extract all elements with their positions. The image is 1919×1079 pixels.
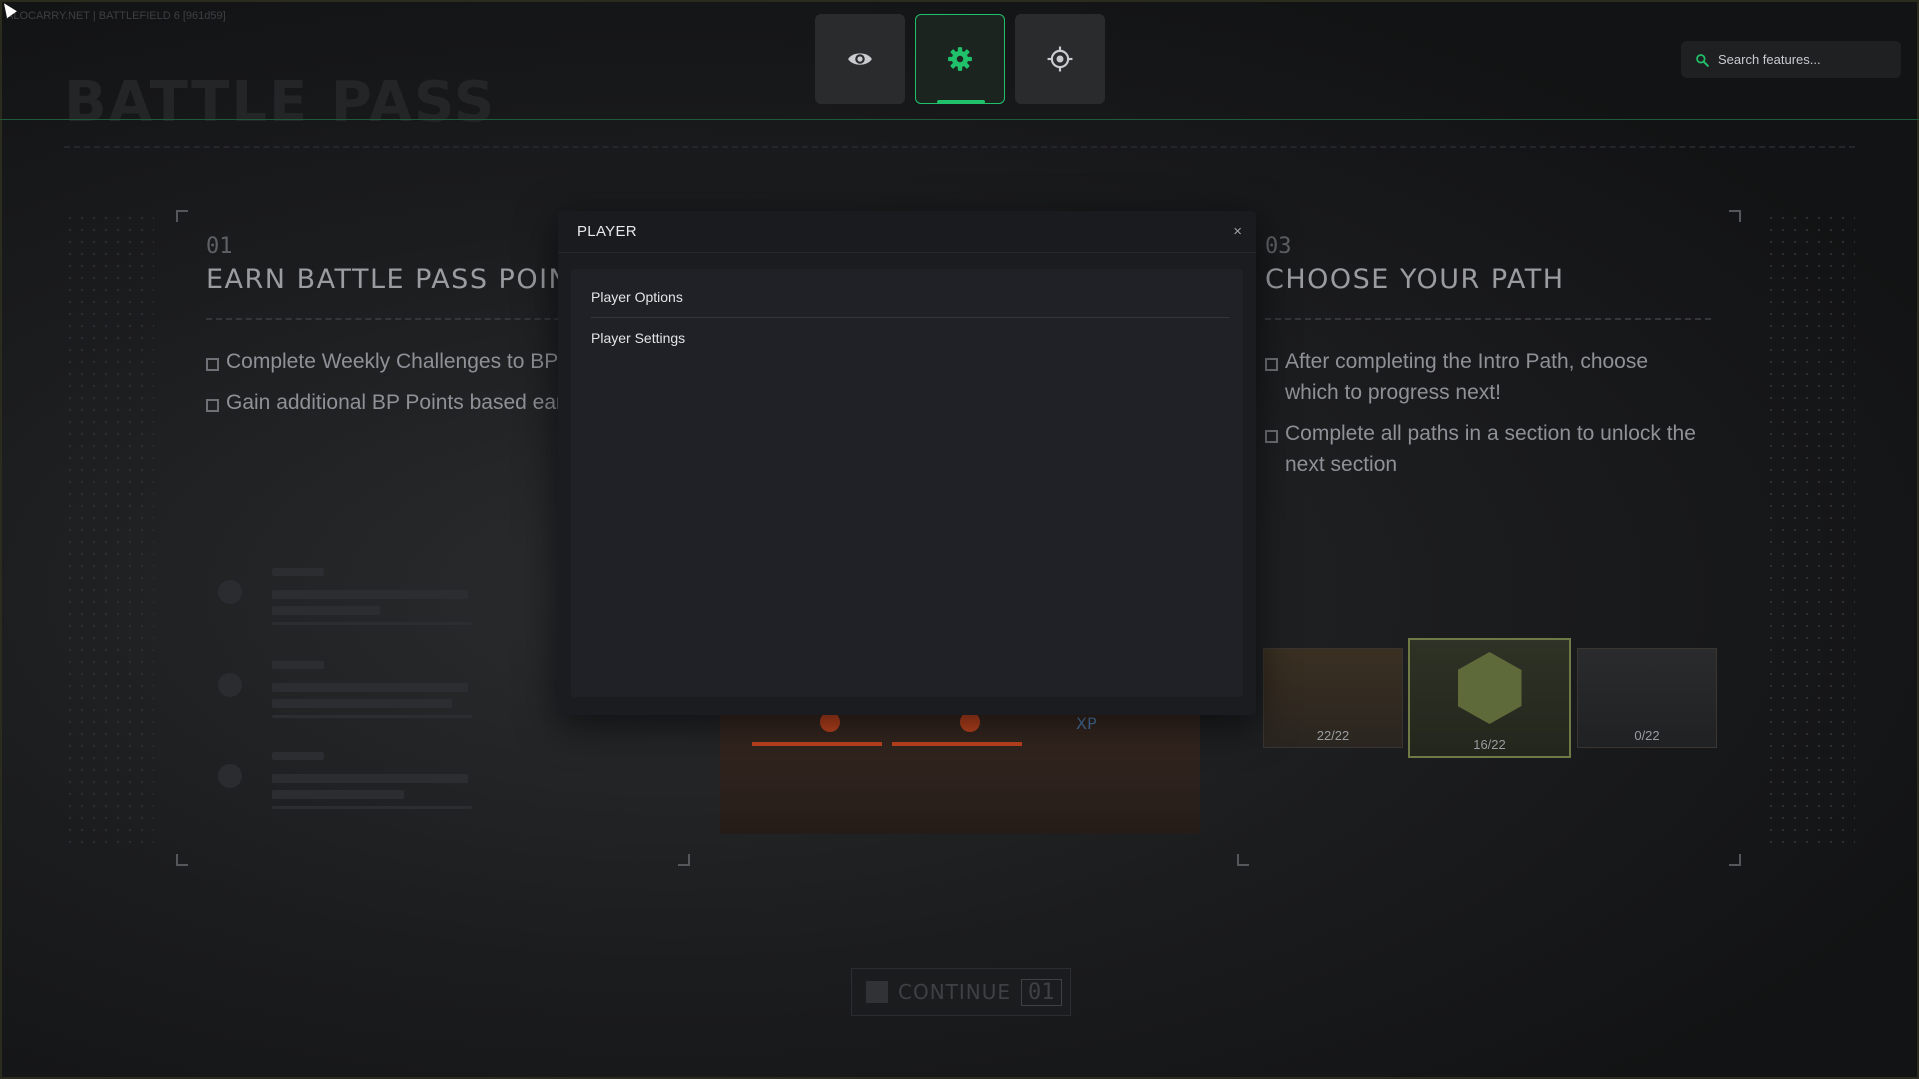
- challenge-row: [208, 657, 608, 718]
- card-bullets: After completing the Intro Path, choose …: [1265, 346, 1705, 490]
- card-bullet: After completing the Intro Path, choose …: [1265, 346, 1705, 408]
- menu-item-player-settings[interactable]: Player Settings: [591, 317, 1229, 357]
- dialog-body: Player Options Player Settings: [571, 269, 1243, 697]
- battle-pass-title: BATTLE PASS: [64, 70, 497, 135]
- continue-label: CONTINUE: [898, 980, 1012, 1004]
- card-corner: [176, 210, 188, 222]
- path-badge-count: 0/22: [1634, 728, 1660, 743]
- card-choose-path: 03 CHOOSE YOUR PATH After completing the…: [1237, 210, 1741, 866]
- challenge-row: [208, 564, 608, 625]
- path-badge-selected: 16/22: [1408, 638, 1571, 758]
- card-number: 03: [1265, 234, 1292, 259]
- tab-aim[interactable]: [1015, 14, 1105, 104]
- dot-grid-left: [64, 212, 154, 852]
- card-divider: [1265, 318, 1711, 320]
- card-corner: [176, 854, 188, 866]
- plane-icon: [218, 764, 242, 788]
- player-dialog: PLAYER × Player Options Player Settings: [558, 211, 1256, 715]
- path-badge: 22/22: [1263, 648, 1403, 748]
- check-icon: [960, 712, 980, 732]
- search-input[interactable]: [1718, 52, 1888, 67]
- card-corner: [1729, 854, 1741, 866]
- card-number: 01: [206, 234, 233, 259]
- card-bullet: Complete all paths in a section to unloc…: [1265, 418, 1705, 480]
- dialog-title: PLAYER: [577, 223, 637, 240]
- xp-label: XP: [1076, 714, 1097, 733]
- eye-icon: [848, 53, 872, 65]
- watermark: ALOCARRY.NET | BATTLEFIELD 6 [961d59]: [6, 10, 226, 22]
- path-badge: 0/22: [1577, 648, 1717, 748]
- dot-grid-right: [1765, 212, 1855, 852]
- search-icon: [1696, 53, 1709, 67]
- crosshair-icon: [1047, 46, 1073, 72]
- close-icon[interactable]: ×: [1233, 223, 1242, 240]
- path-badge-count: 16/22: [1473, 737, 1506, 752]
- hand-icon: [218, 673, 242, 697]
- tab-misc[interactable]: [915, 14, 1005, 104]
- continue-button[interactable]: CONTINUE 01: [851, 968, 1071, 1016]
- card-heading: CHOOSE YOUR PATH: [1265, 264, 1565, 295]
- skull-helmet-icon: [1457, 652, 1522, 724]
- check-icon: [820, 712, 840, 732]
- path-badge-count: 22/22: [1316, 728, 1350, 743]
- gear-icon: [948, 47, 972, 71]
- title-divider: [64, 146, 1855, 148]
- menu-item-player-options[interactable]: Player Options: [591, 277, 1229, 317]
- card-corner: [1237, 854, 1249, 866]
- menu-top-divider: [0, 119, 1919, 120]
- tab-visuals[interactable]: [815, 14, 905, 104]
- skull-icon: [218, 580, 242, 604]
- menu-tab-bar: [815, 14, 1105, 104]
- continue-key: 01: [1021, 978, 1062, 1006]
- challenge-row: [208, 748, 608, 809]
- card-corner: [1729, 210, 1741, 222]
- card-heading: EARN BATTLE PASS POINT: [206, 264, 589, 295]
- card-corner: [678, 854, 690, 866]
- continue-icon: [866, 981, 888, 1003]
- feature-search[interactable]: [1681, 41, 1901, 78]
- card-preview-image: XP: [720, 700, 1200, 834]
- dialog-header: PLAYER ×: [558, 211, 1256, 253]
